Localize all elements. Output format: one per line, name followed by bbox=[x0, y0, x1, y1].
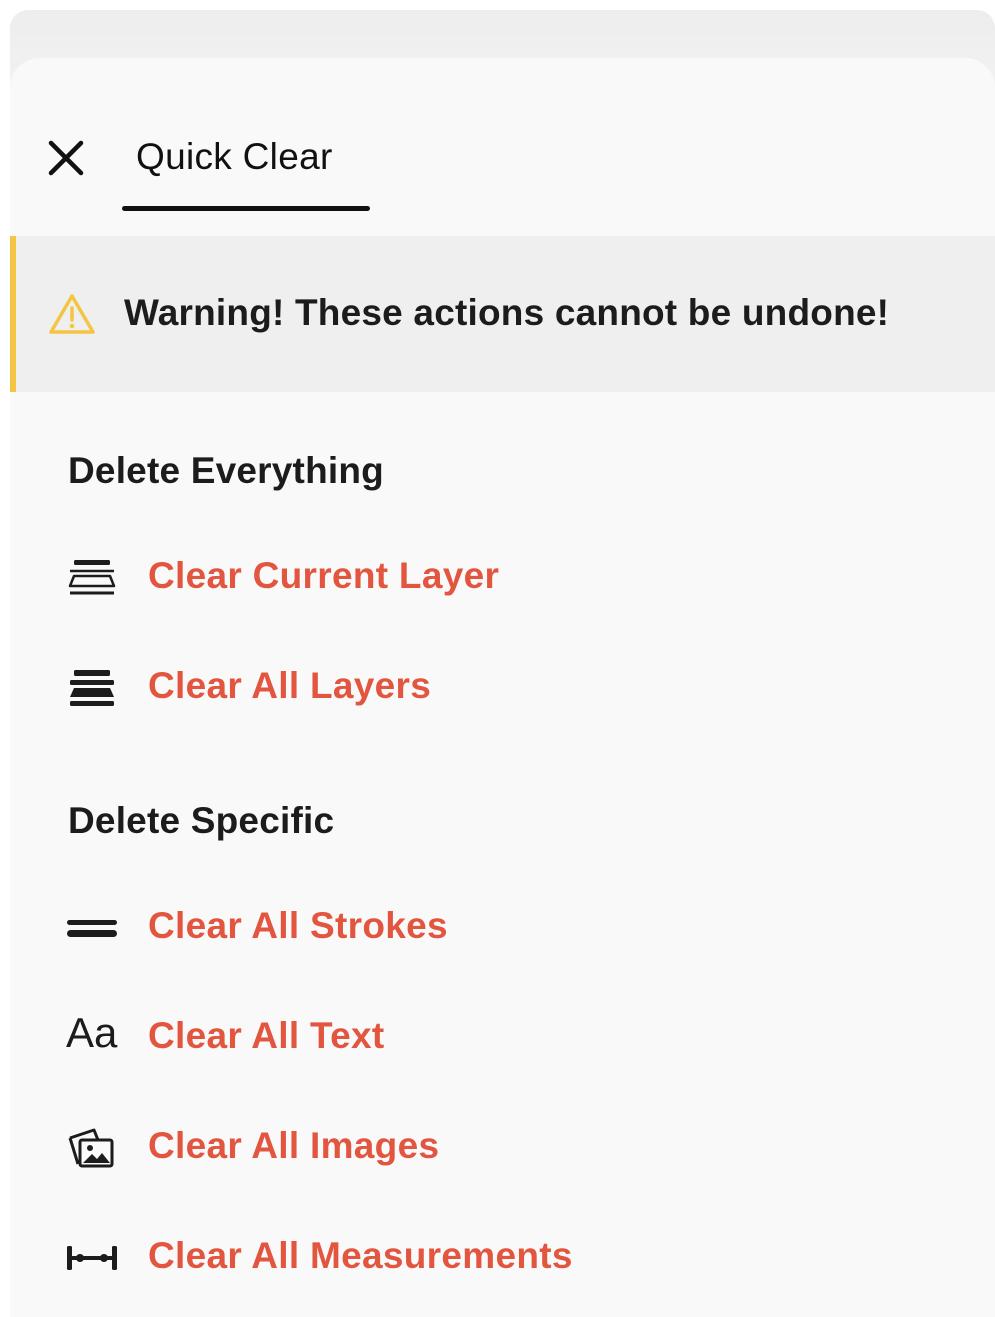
clear-all-measurements-button[interactable]: Clear All Measurements bbox=[50, 1218, 950, 1298]
clear-all-images-button[interactable]: Clear All Images bbox=[50, 1108, 950, 1188]
all-layers-icon bbox=[70, 670, 114, 706]
measurements-icon bbox=[67, 1246, 117, 1270]
sheet-header: Quick Clear bbox=[10, 58, 995, 236]
clear-current-layer-label: Clear Current Layer bbox=[148, 555, 500, 596]
clear-all-strokes-button[interactable]: Clear All Strokes bbox=[50, 888, 950, 968]
close-icon bbox=[48, 140, 84, 176]
images-icon bbox=[68, 1128, 114, 1168]
screen: Quick Clear Warning! These actions canno… bbox=[0, 0, 995, 1317]
tab-quick-clear-label: Quick Clear bbox=[136, 136, 333, 177]
quick-clear-sheet: Quick Clear Warning! These actions canno… bbox=[10, 58, 995, 1317]
strokes-icon bbox=[67, 920, 117, 937]
warning-icon bbox=[49, 294, 95, 334]
clear-all-images-label: Clear All Images bbox=[148, 1125, 440, 1166]
text-icon: Aa bbox=[66, 1009, 118, 1056]
clear-all-measurements-label: Clear All Measurements bbox=[148, 1235, 573, 1276]
current-layer-icon bbox=[68, 560, 116, 595]
clear-all-strokes-label: Clear All Strokes bbox=[148, 905, 448, 946]
section-title-delete-specific: Delete Specific bbox=[68, 800, 335, 841]
tab-active-indicator bbox=[122, 206, 370, 211]
close-button[interactable] bbox=[44, 136, 88, 180]
tab-quick-clear[interactable]: Quick Clear bbox=[122, 130, 370, 214]
clear-current-layer-button[interactable]: Clear Current Layer bbox=[50, 538, 950, 618]
warning-text: Warning! These actions cannot be undone! bbox=[124, 292, 890, 333]
clear-all-text-button[interactable]: Aa Clear All Text bbox=[50, 998, 950, 1078]
clear-all-layers-label: Clear All Layers bbox=[148, 665, 432, 706]
section-title-delete-everything: Delete Everything bbox=[68, 450, 384, 491]
clear-all-text-label: Clear All Text bbox=[148, 1015, 385, 1056]
warning-banner: Warning! These actions cannot be undone! bbox=[10, 236, 995, 392]
clear-all-layers-button[interactable]: Clear All Layers bbox=[50, 648, 950, 728]
